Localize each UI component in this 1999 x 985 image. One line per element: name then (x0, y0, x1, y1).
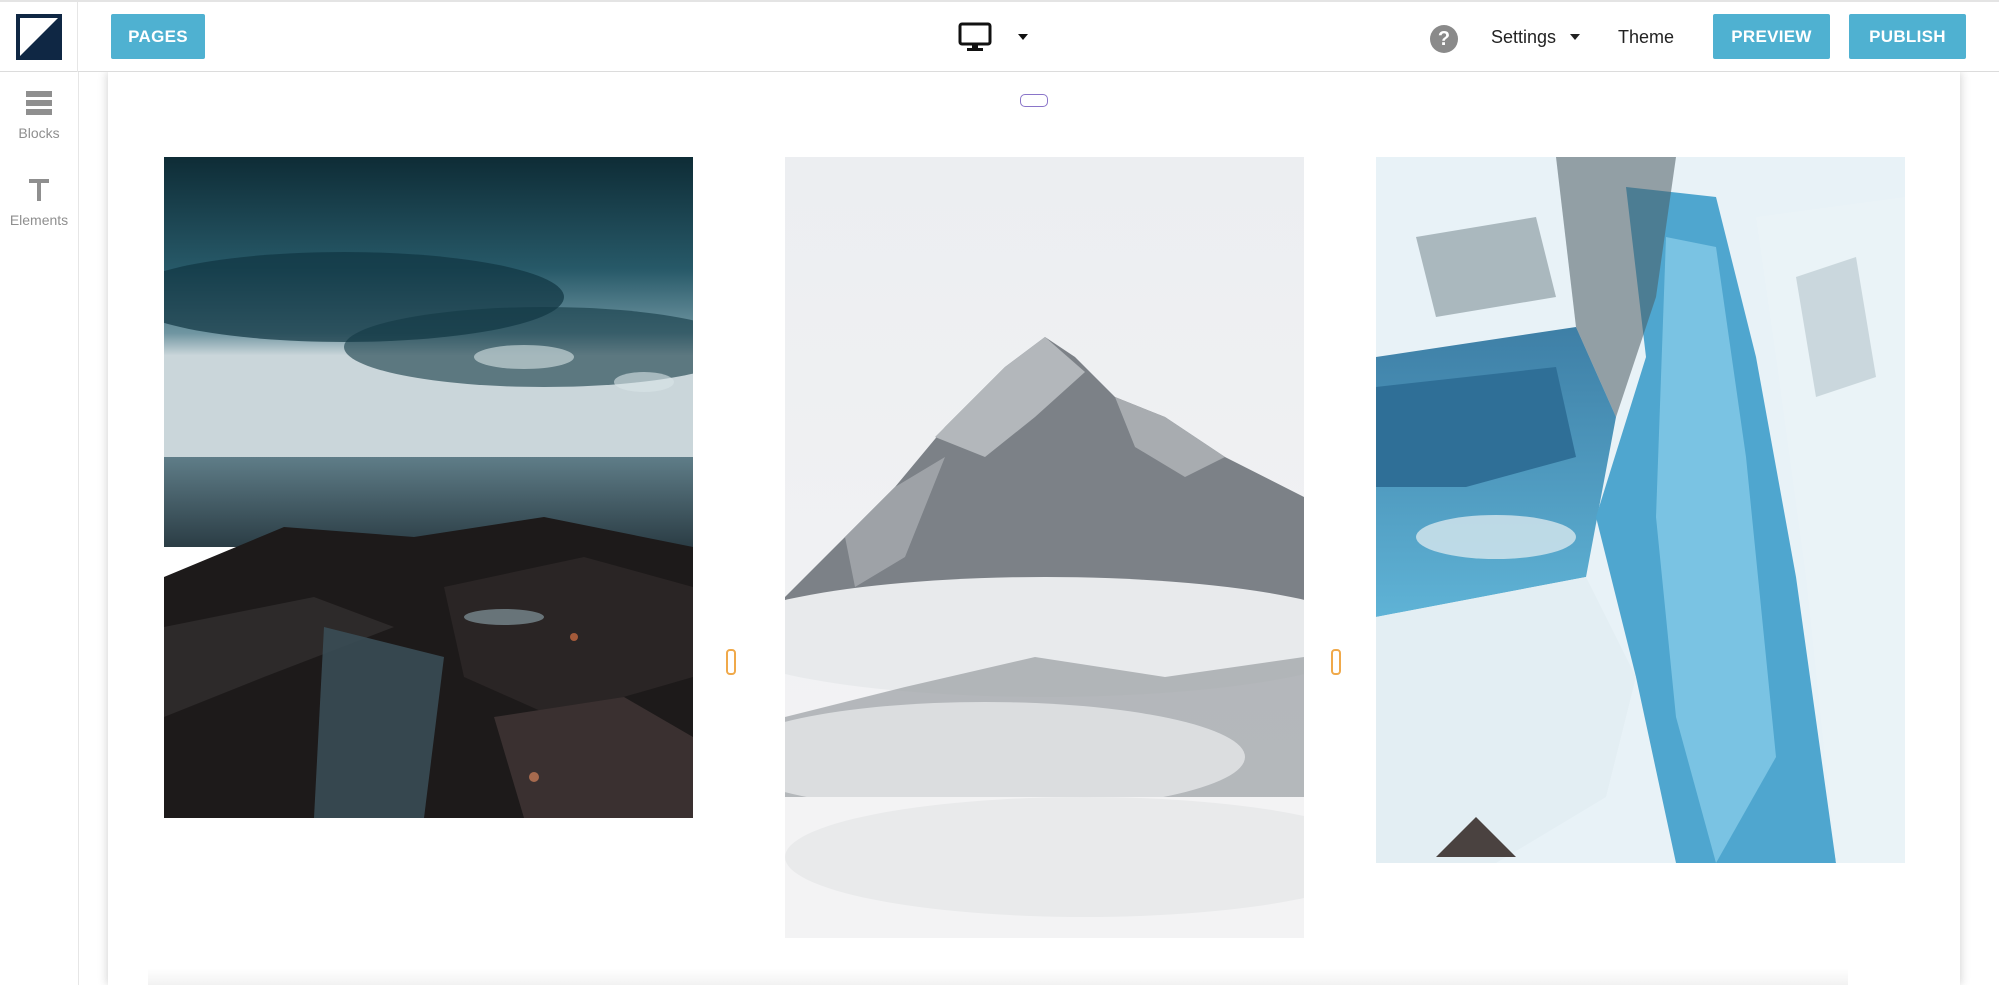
left-sidebar: Blocks Elements (0, 72, 79, 985)
theme-menu[interactable]: Theme (1618, 27, 1674, 48)
gallery-image-3[interactable] (1376, 157, 1905, 863)
brand-logo[interactable] (16, 14, 62, 60)
logo-area (0, 2, 78, 72)
gallery-image-2[interactable] (785, 157, 1304, 938)
blocks-icon (0, 90, 78, 119)
sidebar-item-elements[interactable]: Elements (0, 177, 78, 228)
sidebar-item-label: Blocks (18, 125, 60, 141)
preview-button[interactable]: PREVIEW (1713, 14, 1830, 59)
sidebar-item-blocks[interactable]: Blocks (0, 90, 78, 141)
settings-label: Settings (1491, 27, 1557, 47)
text-t-icon (0, 177, 78, 206)
column-resize-handle[interactable] (1331, 649, 1341, 675)
gallery-image-1[interactable] (164, 157, 693, 818)
settings-menu[interactable]: Settings (1491, 27, 1581, 48)
editor-canvas (108, 72, 1960, 985)
desktop-monitor-icon[interactable] (958, 22, 992, 54)
column-resize-handle[interactable] (726, 649, 736, 675)
chevron-down-icon (1570, 33, 1581, 40)
device-dropdown-caret-icon[interactable] (1016, 30, 1030, 44)
help-icon[interactable]: ? (1430, 25, 1458, 53)
sidebar-item-label: Elements (9, 212, 69, 228)
block-footer-shadow (148, 968, 1848, 985)
pages-button[interactable]: PAGES (111, 14, 205, 59)
top-toolbar: PAGES ? Settings Theme PREVIEW PUBLISH (0, 0, 1999, 72)
publish-button[interactable]: PUBLISH (1849, 14, 1966, 59)
block-handle[interactable] (1020, 94, 1048, 107)
